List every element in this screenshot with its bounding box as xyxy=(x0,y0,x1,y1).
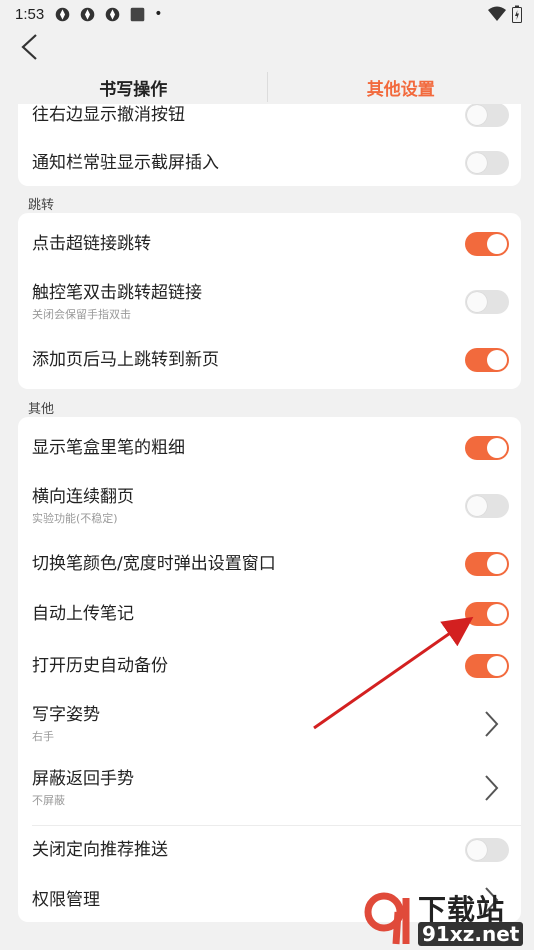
toggle-switch[interactable] xyxy=(465,290,509,314)
section-title-other: 其他 xyxy=(28,402,55,417)
setting-label: 横向连续翻页 xyxy=(32,487,134,507)
setting-label: 权限管理 xyxy=(32,890,100,910)
toggle-switch[interactable] xyxy=(465,151,509,175)
setting-description: 关闭会保留手指双击 xyxy=(32,308,131,321)
setting-label: 打开历史自动备份 xyxy=(32,656,168,676)
settings-row-auto-upload[interactable]: 自动上传笔记 xyxy=(18,591,521,637)
settings-row[interactable]: 通知栏常驻显示截屏插入 xyxy=(18,140,521,186)
back-icon[interactable] xyxy=(16,33,44,61)
setting-label: 切换笔颜色/宽度时弹出设置窗口 xyxy=(32,554,276,574)
settings-row[interactable]: 写字姿势 右手 xyxy=(18,693,521,755)
chevron-right-icon xyxy=(485,775,499,801)
square-notification-icon xyxy=(130,7,145,21)
setting-label: 触控笔双击跳转超链接 xyxy=(32,283,202,303)
toggle-switch[interactable] xyxy=(465,838,509,862)
toggle-switch[interactable] xyxy=(465,232,509,256)
settings-row[interactable]: 打开历史自动备份 xyxy=(18,643,521,689)
settings-row[interactable]: 往右边显示撤消按钮 xyxy=(18,104,521,140)
divider xyxy=(32,825,521,826)
setting-label: 写字姿势 xyxy=(32,705,100,725)
settings-row[interactable]: 切换笔颜色/宽度时弹出设置窗口 xyxy=(18,541,521,587)
toggle-switch[interactable] xyxy=(465,348,509,372)
tab-writing-operations[interactable]: 书写操作 xyxy=(0,75,267,100)
setting-label: 屏蔽返回手势 xyxy=(32,769,134,789)
toggle-switch[interactable] xyxy=(465,436,509,460)
setting-label: 添加页后马上跳转到新页 xyxy=(32,350,219,370)
settings-row[interactable]: 点击超链接跳转 xyxy=(18,221,521,267)
setting-label: 通知栏常驻显示截屏插入 xyxy=(32,153,219,173)
settings-row[interactable]: 关闭定向推荐推送 xyxy=(18,827,521,873)
setting-label: 显示笔盒里笔的粗细 xyxy=(32,438,185,458)
toggle-switch-auto-upload[interactable] xyxy=(465,602,509,626)
toggle-switch[interactable] xyxy=(465,494,509,518)
setting-label: 点击超链接跳转 xyxy=(32,234,151,254)
chevron-right-icon xyxy=(485,887,499,913)
toggle-switch[interactable] xyxy=(465,552,509,576)
setting-label: 往右边显示撤消按钮 xyxy=(32,105,185,125)
app-notification-icon xyxy=(55,7,70,21)
tab-bar: 书写操作 其他设置 xyxy=(0,70,534,104)
settings-row[interactable]: 显示笔盒里笔的粗细 xyxy=(18,425,521,471)
settings-card-jump: 点击超链接跳转 触控笔双击跳转超链接 关闭会保留手指双击 添加页后马上跳转到新页 xyxy=(18,213,521,389)
settings-row[interactable]: 添加页后马上跳转到新页 xyxy=(18,337,521,383)
app-notification-icon xyxy=(80,7,95,21)
wifi-icon xyxy=(488,6,506,21)
app-notification-icon xyxy=(105,7,120,21)
setting-label: 关闭定向推荐推送 xyxy=(32,840,168,860)
settings-row[interactable]: 横向连续翻页 实验功能(不稳定) xyxy=(18,475,521,537)
settings-row[interactable]: 触控笔双击跳转超链接 关闭会保留手指双击 xyxy=(18,271,521,333)
toggle-switch[interactable] xyxy=(465,654,509,678)
setting-description: 不屏蔽 xyxy=(32,794,65,807)
setting-description: 实验功能(不稳定) xyxy=(32,512,118,525)
tab-other-settings[interactable]: 其他设置 xyxy=(268,75,534,100)
settings-scroll-area[interactable]: 往右边显示撤消按钮 通知栏常驻显示截屏插入 跳转 点击超链接跳转 触控笔双击跳转… xyxy=(0,104,534,950)
chevron-right-icon xyxy=(485,711,499,737)
settings-row[interactable]: 屏蔽返回手势 不屏蔽 xyxy=(18,757,521,819)
section-title-jump: 跳转 xyxy=(28,198,55,213)
setting-label: 自动上传笔记 xyxy=(32,604,134,624)
toggle-switch[interactable] xyxy=(465,104,509,127)
more-notifications-dot: • xyxy=(154,6,163,22)
setting-description: 右手 xyxy=(32,730,54,743)
battery-icon xyxy=(512,5,522,23)
status-time: 1:53 xyxy=(15,5,45,23)
status-bar: 1:53 • xyxy=(0,0,534,28)
settings-card-other: 显示笔盒里笔的粗细 横向连续翻页 实验功能(不稳定) 切换笔颜色/宽度时弹出设置… xyxy=(18,417,521,922)
settings-card-display: 往右边显示撤消按钮 通知栏常驻显示截屏插入 xyxy=(18,104,521,186)
settings-row[interactable]: 权限管理 xyxy=(18,877,521,922)
